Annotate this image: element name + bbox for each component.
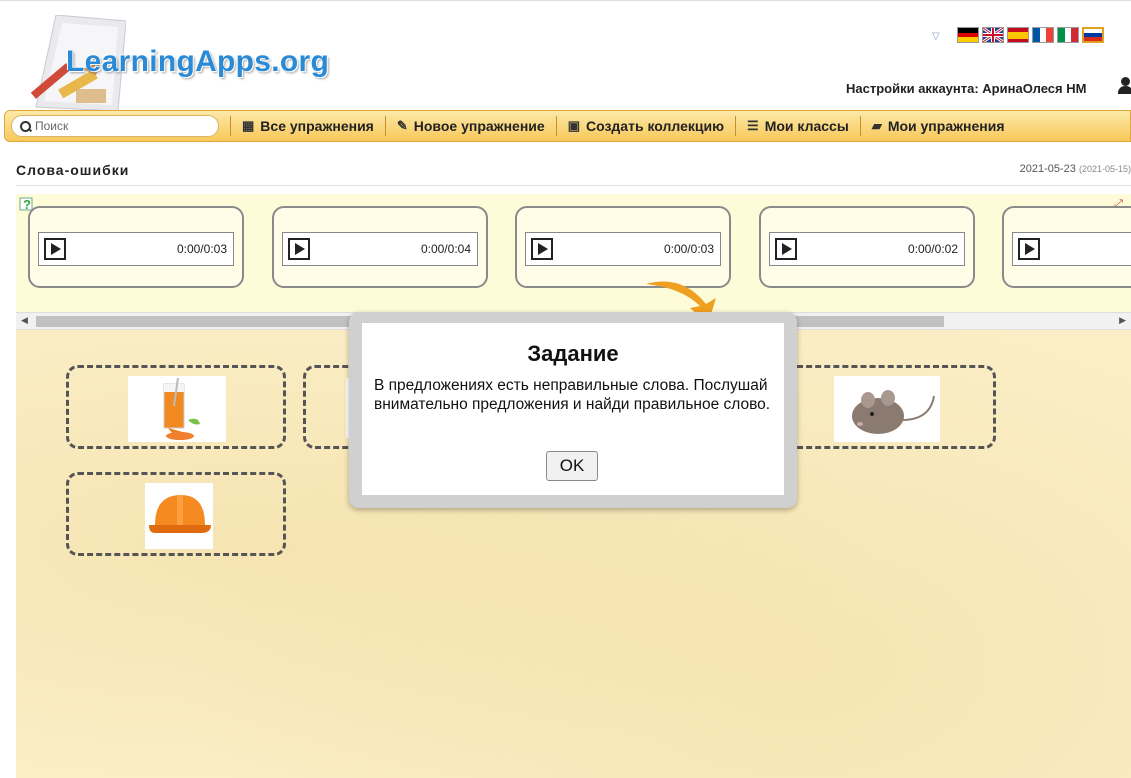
modified-date: 2021-05-23 (2021-05-15): [1020, 163, 1131, 175]
nav-all-exercises[interactable]: ▦ Все упражнения: [230, 116, 385, 136]
audio-card[interactable]: 0:00/0:02: [759, 206, 975, 288]
search-box: [11, 115, 219, 137]
collection-icon: ▣: [567, 118, 580, 133]
nav-my-exercises[interactable]: ▰ Мои упражнения: [859, 116, 1016, 136]
audio-strip: ? ⤢ 0:00/0:03 0:00/0:04 0:00/0:03 0:00/0…: [16, 194, 1131, 314]
header: LearningApps.org ▽ Настройки аккаунта: А…: [0, 0, 1131, 111]
account-settings-link[interactable]: Настройки аккаунта: АринаОлеся НМ: [846, 81, 1086, 96]
nav-item-label: Новое упражнение: [413, 118, 545, 134]
play-icon[interactable]: [288, 238, 310, 260]
pencil-icon: ✎: [396, 118, 408, 133]
dialog-text: В предложениях есть неправильные слова. …: [374, 377, 771, 413]
play-icon[interactable]: [775, 238, 797, 260]
audio-card[interactable]: 0:00/0:03: [28, 206, 244, 288]
divider: [16, 185, 1131, 186]
ok-button[interactable]: OK: [546, 451, 598, 481]
audio-player: 0:00/0:04: [282, 232, 478, 266]
page-title: Слова-ошибки: [16, 162, 130, 178]
nav-create-collection[interactable]: ▣ Создать коллекцию: [555, 116, 735, 136]
mouse-image[interactable]: [834, 376, 940, 442]
nav-item-label: Мои упражнения: [887, 118, 1005, 134]
audio-time: 0:00/0:02: [907, 242, 958, 256]
drop-target[interactable]: [66, 472, 286, 556]
flag-es-icon[interactable]: [1007, 27, 1029, 43]
drop-target[interactable]: [66, 365, 286, 449]
language-flags: [957, 27, 1104, 43]
task-dialog: Задание В предложениях есть неправильные…: [349, 312, 797, 508]
task-dialog-body: Задание В предложениях есть неправильные…: [362, 323, 784, 495]
flag-it-icon[interactable]: [1057, 27, 1079, 43]
helmet-image[interactable]: [145, 483, 213, 549]
audio-player: 0:00/0:02: [769, 232, 965, 266]
nav-item-label: Все упражнения: [260, 118, 374, 134]
date-updated: 2021-05-23: [1019, 163, 1076, 175]
play-icon[interactable]: [44, 238, 66, 260]
audio-time: 0:00/0:03: [663, 242, 714, 256]
flag-en-icon[interactable]: [982, 27, 1004, 43]
date-created: (2021-05-15): [1078, 164, 1131, 174]
audio-time: 0:00/0:04: [420, 242, 471, 256]
audio-player: 0:00/0:03: [38, 232, 234, 266]
main-navbar: ▦ Все упражнения ✎ Новое упражнение ▣ Со…: [4, 110, 1131, 142]
audio-card[interactable]: [1002, 206, 1131, 288]
language-dropdown-icon[interactable]: ▽: [932, 31, 940, 42]
nav-item-label: Создать коллекцию: [585, 118, 725, 134]
scroll-right-icon[interactable]: ▶: [1119, 315, 1126, 326]
nav-item-label: Мои классы: [764, 118, 849, 134]
juice-image[interactable]: [128, 376, 226, 442]
play-icon[interactable]: [531, 238, 553, 260]
dialog-title: Задание: [527, 341, 619, 366]
audio-player: 0:00/0:03: [525, 232, 721, 266]
site-logo[interactable]: LearningApps.org: [66, 45, 329, 79]
user-icon[interactable]: [1118, 77, 1131, 95]
scroll-left-icon[interactable]: ◀: [21, 315, 28, 326]
audio-card[interactable]: 0:00/0:03: [515, 206, 731, 288]
folder-icon: ▰: [871, 118, 882, 133]
list-icon: ☰: [747, 118, 759, 133]
flag-de-icon[interactable]: [957, 27, 979, 43]
audio-player: [1012, 232, 1131, 266]
flag-ru-icon[interactable]: [1082, 27, 1104, 43]
search-input[interactable]: [31, 119, 205, 133]
audio-card[interactable]: 0:00/0:04: [272, 206, 488, 288]
nav-new-exercise[interactable]: ✎ Новое упражнение: [384, 116, 556, 136]
nav-my-classes[interactable]: ☰ Мои классы: [735, 116, 860, 136]
audio-time: 0:00/0:03: [176, 242, 227, 256]
play-icon[interactable]: [1018, 238, 1040, 260]
flag-fr-icon[interactable]: [1032, 27, 1054, 43]
grid-icon: ▦: [242, 118, 255, 133]
nav-menu: ▦ Все упражнения ✎ Новое упражнение ▣ Со…: [230, 111, 1016, 141]
search-icon: [20, 120, 33, 132]
drop-target[interactable]: [776, 365, 996, 449]
